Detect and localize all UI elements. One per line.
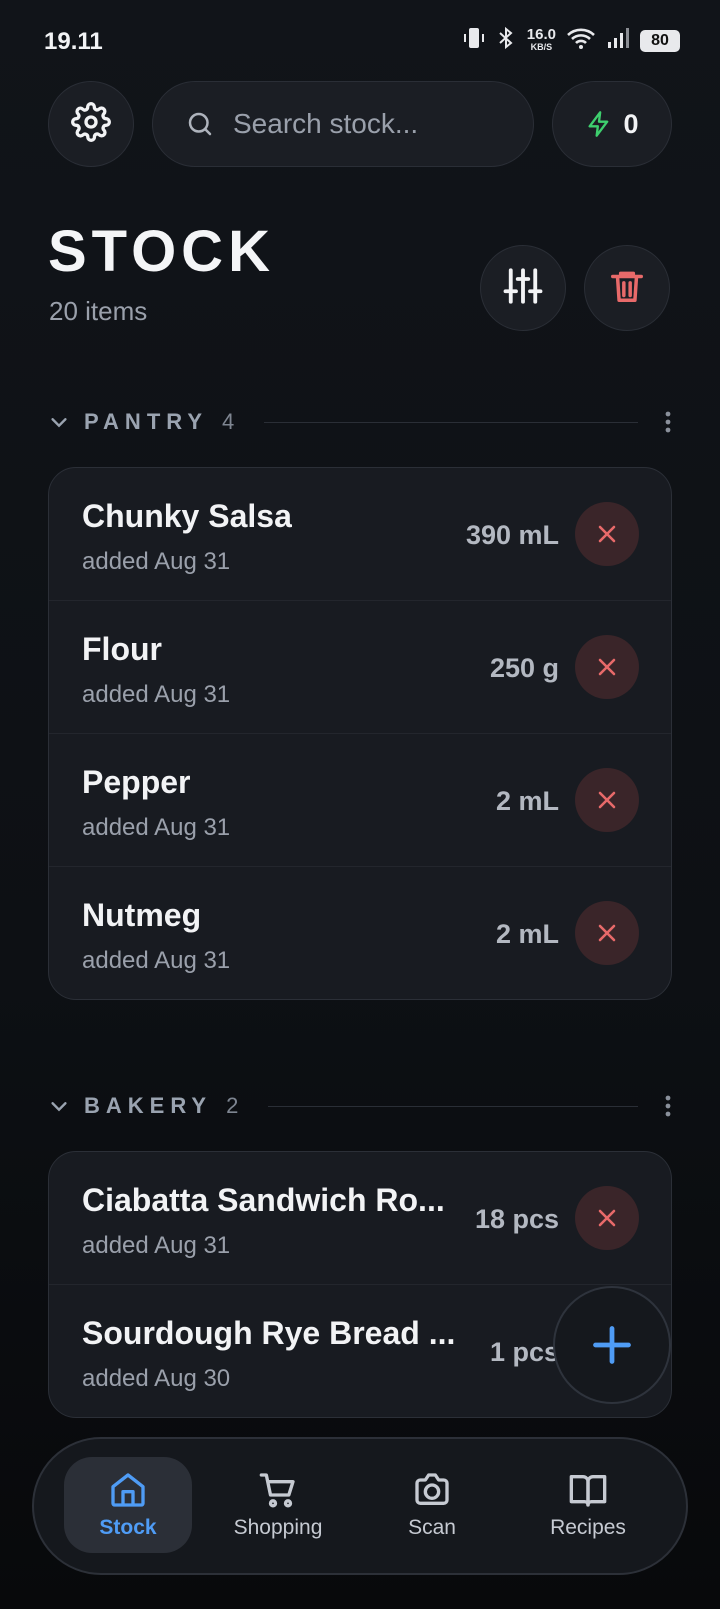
close-icon [595, 1206, 619, 1230]
item-name: Ciabatta Sandwich Ro... [82, 1182, 445, 1218]
section-header-bakery[interactable]: BAKERY 2 [48, 1086, 672, 1126]
trash-icon [608, 266, 646, 311]
close-icon [595, 788, 619, 812]
search-placeholder: Search stock... [233, 108, 419, 139]
search-icon [185, 109, 215, 139]
add-item-button[interactable] [553, 1286, 671, 1404]
wifi-icon [566, 26, 596, 55]
item-date: added Aug 31 [82, 548, 231, 575]
nav-item-scan[interactable]: Scan [368, 1457, 496, 1553]
chevron-down-icon [48, 1095, 70, 1117]
nav-item-shopping[interactable]: Shopping [214, 1457, 342, 1553]
clear-all-button[interactable] [584, 245, 670, 331]
status-bar: 19.11 16.0 KB/S 80 [0, 0, 720, 84]
nav-label: Shopping [233, 1516, 323, 1539]
stock-item[interactable]: Pepper added Aug 31 2 mL [49, 734, 671, 867]
vibrate-icon [463, 26, 485, 55]
close-icon [595, 921, 619, 945]
item-quantity: 18 pcs [474, 1204, 559, 1234]
item-name: Nutmeg [82, 897, 202, 933]
more-vertical-icon[interactable] [664, 410, 672, 434]
camera-icon [412, 1470, 452, 1510]
item-quantity: 250 g [489, 653, 559, 683]
signal-icon [606, 26, 630, 55]
status-time: 19.11 [44, 28, 103, 55]
item-date: added Aug 31 [82, 947, 231, 974]
remove-item-button[interactable] [575, 768, 639, 832]
remove-item-button[interactable] [575, 901, 639, 965]
section-name: BAKERY [84, 1093, 213, 1118]
section-name: PANTRY [84, 409, 208, 434]
stock-item[interactable]: Ciabatta Sandwich Ro... added Aug 31 18 … [49, 1152, 671, 1285]
nav-label: Stock [99, 1516, 157, 1539]
nav-label: Scan [408, 1516, 456, 1539]
item-name: Flour [82, 631, 162, 667]
item-date: added Aug 30 [82, 1365, 231, 1392]
item-date: added Aug 31 [82, 1232, 231, 1259]
item-name: Sourdough Rye Bread ... [82, 1315, 456, 1351]
remove-item-button[interactable] [575, 502, 639, 566]
pantry-card: Chunky Salsa added Aug 31 390 mL Flour a… [48, 467, 672, 1000]
search-input[interactable]: Search stock... [152, 81, 534, 167]
status-icons: 16.0 KB/S 80 [463, 26, 680, 55]
lightning-icon [585, 109, 613, 139]
stock-item[interactable]: Chunky Salsa added Aug 31 390 mL [49, 468, 671, 601]
bottom-navigation: Stock Shopping Scan Recipes [32, 1437, 688, 1575]
nav-label: Recipes [550, 1516, 626, 1539]
item-date: added Aug 31 [82, 814, 231, 841]
item-quantity: 2 mL [495, 786, 559, 816]
close-icon [595, 522, 619, 546]
settings-button[interactable] [48, 81, 134, 167]
network-speed: 16.0 KB/S [526, 25, 556, 52]
battery-indicator: 80 [640, 29, 680, 52]
item-name: Chunky Salsa [82, 498, 292, 534]
item-quantity: 390 mL [465, 520, 559, 550]
home-icon [108, 1470, 148, 1510]
section-divider [268, 1105, 638, 1107]
stock-item[interactable]: Nutmeg added Aug 31 2 mL [49, 867, 671, 999]
section-header-pantry[interactable]: PANTRY 4 [48, 402, 672, 442]
cart-icon [258, 1470, 298, 1510]
sliders-icon [502, 265, 544, 312]
energy-count: 0 [623, 108, 639, 139]
close-icon [595, 655, 619, 679]
bluetooth-icon [495, 26, 517, 55]
more-vertical-icon[interactable] [664, 1094, 672, 1118]
book-icon [568, 1470, 608, 1510]
nav-item-recipes[interactable]: Recipes [524, 1457, 652, 1553]
item-date: added Aug 31 [82, 681, 231, 708]
item-count: 20 items [49, 296, 148, 326]
stock-item[interactable]: Flour added Aug 31 250 g [49, 601, 671, 734]
item-quantity: 2 mL [495, 919, 559, 949]
page-title: STOCK [48, 219, 275, 284]
chevron-down-icon [48, 411, 70, 433]
section-divider [264, 421, 638, 423]
energy-counter-button[interactable]: 0 [552, 81, 672, 167]
remove-item-button[interactable] [575, 1186, 639, 1250]
gear-icon [71, 101, 111, 147]
section-count: 2 [226, 1093, 239, 1118]
item-quantity: 1 pcs [489, 1337, 559, 1367]
filter-button[interactable] [480, 245, 566, 331]
nav-item-stock[interactable]: Stock [64, 1457, 192, 1553]
plus-icon [590, 1323, 634, 1367]
section-count: 4 [222, 409, 235, 434]
remove-item-button[interactable] [575, 635, 639, 699]
item-name: Pepper [82, 764, 191, 800]
